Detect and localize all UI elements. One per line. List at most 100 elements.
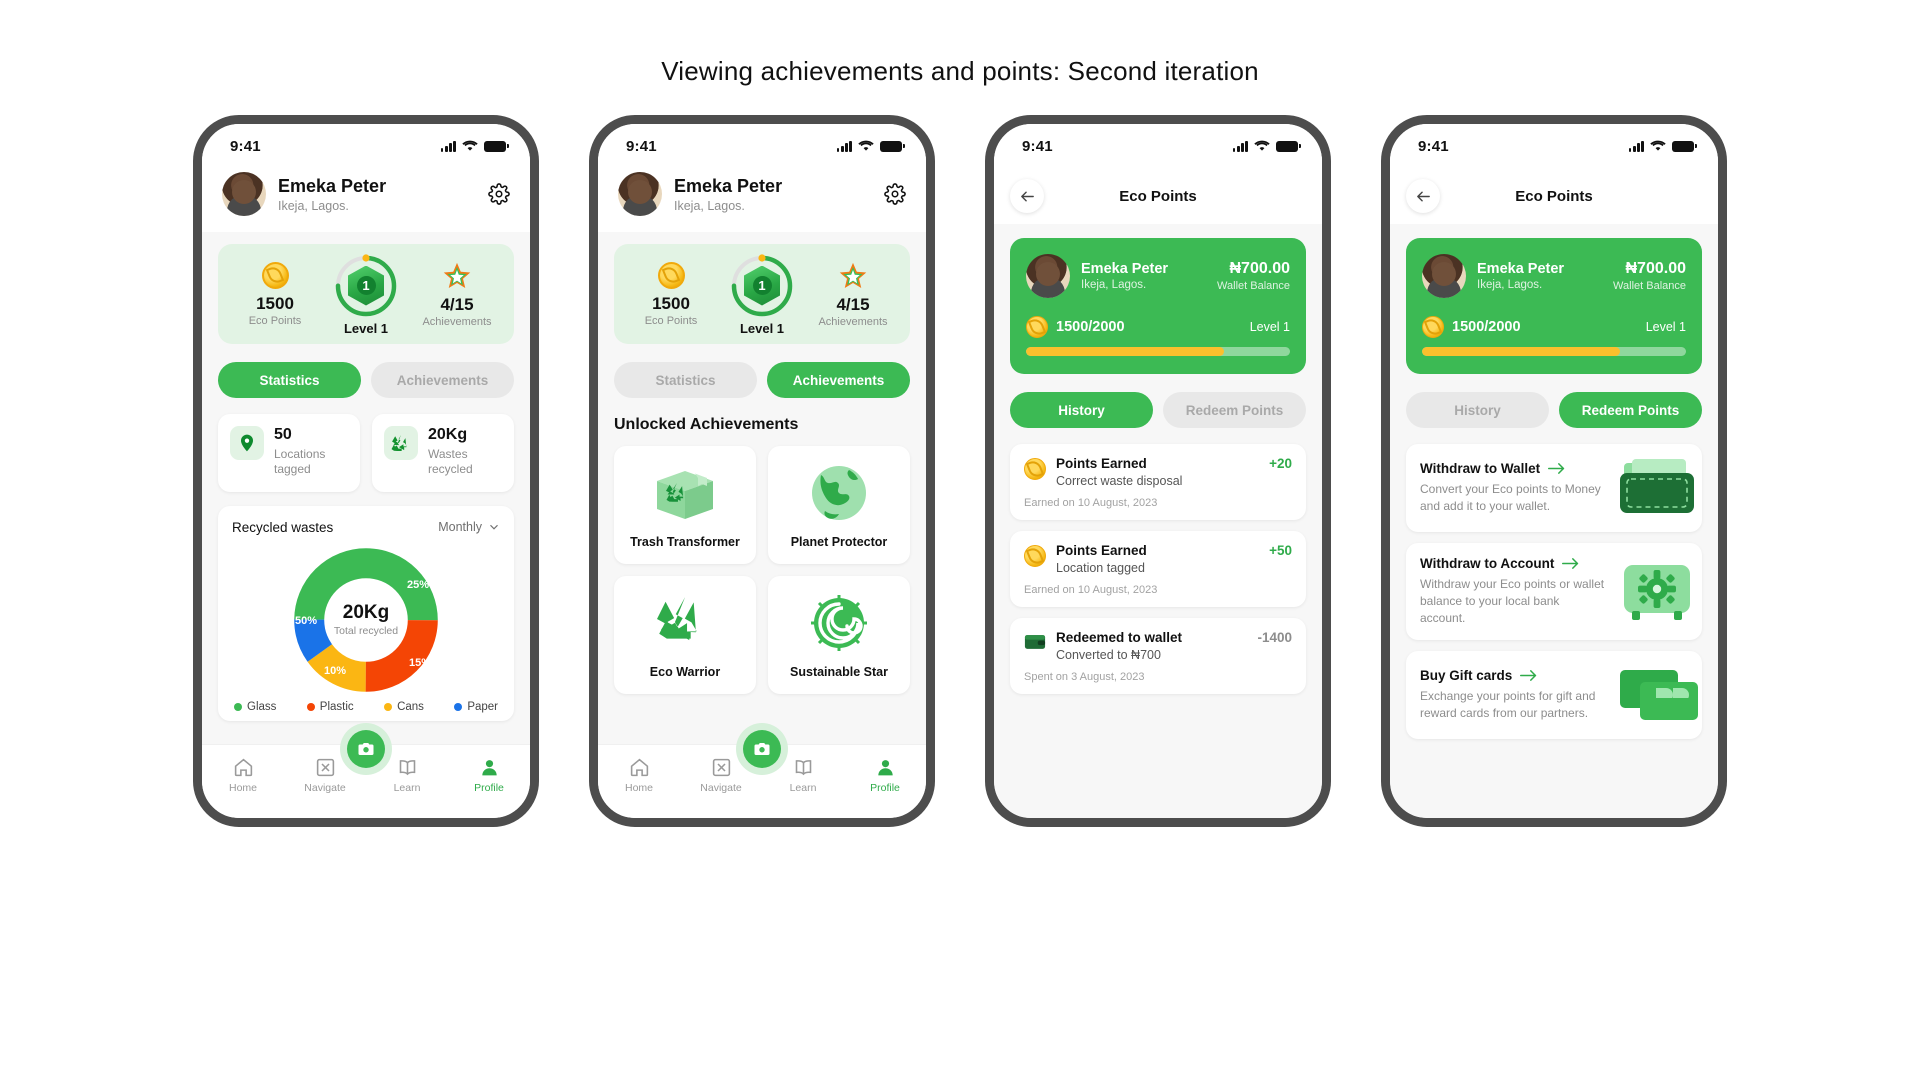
stat-eco-points: 1500 Eco Points: [625, 261, 717, 327]
home-icon: [630, 758, 648, 777]
history-item[interactable]: Points Earned Correct waste disposal +20…: [1010, 444, 1306, 520]
phone-3-eco-points-history: 9:41 Eco Points Emeka Peter Ikeja, Lagos…: [985, 115, 1331, 827]
nav-item-profile[interactable]: Profile: [461, 757, 517, 794]
safe-art: [1616, 561, 1702, 623]
star-icon: [443, 262, 471, 288]
avatar: [1422, 254, 1466, 298]
redeem-option-withdraw-account[interactable]: Withdraw to Account Withdraw your Eco po…: [1406, 543, 1702, 641]
level-progress-ring: 1: [729, 253, 795, 319]
camera-fab-button[interactable]: [340, 723, 392, 775]
profile-location: Ikeja, Lagos.: [674, 199, 745, 214]
recycle-box-art: [649, 461, 721, 527]
history-item-title: Points Earned: [1056, 456, 1147, 471]
stats-strip: 1500 Eco Points 1 Level 1 4/15 Achieveme…: [614, 244, 910, 344]
star-icon: [839, 262, 867, 288]
slice-label-cans: 15%: [408, 656, 431, 669]
achievements-label: Achievements: [422, 315, 492, 328]
book-icon: [795, 760, 811, 776]
history-item-amount: +50: [1269, 543, 1292, 558]
redeem-option-description: Withdraw your Eco points or wallet balan…: [1420, 577, 1605, 626]
history-item-amount: +20: [1269, 456, 1292, 471]
status-bar: 9:41: [994, 124, 1322, 168]
metric-value: 20Kg: [428, 426, 468, 443]
level-progress-ring: 1: [333, 253, 399, 319]
redeem-option-gift-cards[interactable]: Buy Gift cards Exchange your points for …: [1406, 651, 1702, 740]
wifi-icon: [462, 140, 478, 151]
slice-label-glass: 50%: [295, 614, 318, 627]
points-progress-value: 1500/2000: [1056, 319, 1125, 335]
recycled-wastes-chart-card: Recycled wastes Monthly 20Kg Total recyc…: [218, 505, 514, 721]
eco-points-header: Eco Points: [1390, 168, 1718, 224]
tab-achievements[interactable]: Achievements: [371, 362, 514, 398]
slice-label-plastic: 25%: [406, 578, 429, 591]
navigate-icon: [316, 758, 334, 777]
page-title: Viewing achievements and points: Second …: [661, 56, 1259, 86]
nav-item-home[interactable]: Home: [215, 757, 271, 794]
profile-name: Emeka Peter: [278, 175, 387, 196]
redeem-option-title: Withdraw to Wallet: [1420, 460, 1541, 476]
unlocked-achievements-heading: Unlocked Achievements: [614, 416, 799, 433]
book-icon: [399, 760, 415, 776]
tab-redeem-points[interactable]: Redeem Points: [1559, 392, 1702, 428]
bottom-nav: Home Navigate Learn Profile: [202, 723, 530, 818]
nav-item-profile[interactable]: Profile: [857, 757, 913, 794]
history-item[interactable]: Redeemed to wallet Converted to ₦700 -14…: [1010, 618, 1306, 694]
cellular-signal-icon: [836, 140, 852, 152]
coin-icon: [1422, 316, 1444, 338]
profile-tabs: Statistics Achievements: [614, 362, 910, 398]
tab-achievements[interactable]: Achievements: [767, 362, 910, 398]
achievement-card[interactable]: Trash Transformer: [614, 446, 756, 564]
metric-card-wastes: 20Kg Wastes recycled: [372, 414, 514, 492]
level-number: 1: [356, 276, 376, 295]
wifi-icon: [858, 140, 874, 151]
recycle-icon: [384, 426, 418, 460]
tab-statistics[interactable]: Statistics: [218, 362, 361, 398]
history-item-date: Earned on 10 August, 2023: [1024, 497, 1158, 509]
battery-icon: [1672, 140, 1697, 152]
coin-icon: [1024, 545, 1046, 567]
arrow-right-icon: [1548, 462, 1565, 475]
eco-points-header: Eco Points: [994, 168, 1322, 224]
points-progress-bar: [1422, 347, 1686, 356]
wallet-balance-value: ₦700.00: [1229, 260, 1291, 277]
tab-redeem-points[interactable]: Redeem Points: [1163, 392, 1306, 428]
metric-cards: 50 Locations tagged 20Kg Wastes recycled: [218, 414, 514, 492]
history-item-title: Redeemed to wallet: [1056, 630, 1183, 645]
person-icon: [877, 760, 893, 776]
redeem-option-withdraw-wallet[interactable]: Withdraw to Wallet Convert your Eco poin…: [1406, 444, 1702, 532]
profile-tabs: Statistics Achievements: [218, 362, 514, 398]
achievement-card[interactable]: Eco Warrior: [614, 576, 756, 694]
camera-fab-button[interactable]: [736, 723, 788, 775]
balance-card-location: Ikeja, Lagos.: [1081, 279, 1147, 291]
eco-points-tabs: History Redeem Points: [1406, 392, 1702, 428]
legend-item: Glass: [234, 701, 276, 713]
tab-history[interactable]: History: [1010, 392, 1153, 428]
stats-strip: 1500 Eco Points 1 Level 1 4/15 Achieveme…: [218, 244, 514, 344]
coin-icon: [657, 261, 685, 289]
history-item[interactable]: Points Earned Location tagged +50 Earned…: [1010, 531, 1306, 607]
level-label: Level 1: [1249, 320, 1290, 334]
legend-item: Paper: [454, 701, 498, 713]
chart-title: Recycled wastes: [232, 519, 334, 535]
tab-statistics[interactable]: Statistics: [614, 362, 757, 398]
avatar: [618, 172, 662, 216]
home-icon: [234, 758, 252, 777]
achievements-value: 4/15: [440, 294, 474, 314]
gear-icon[interactable]: [884, 183, 906, 205]
back-button[interactable]: [1406, 179, 1440, 213]
chart-period-selector[interactable]: Monthly: [438, 520, 500, 534]
balance-card-location: Ikeja, Lagos.: [1477, 279, 1543, 291]
gear-icon[interactable]: [488, 183, 510, 205]
coin-icon: [1026, 316, 1048, 338]
back-button[interactable]: [1010, 179, 1044, 213]
redeem-option-description: Convert your Eco points to Money and add…: [1420, 481, 1601, 513]
tab-history[interactable]: History: [1406, 392, 1549, 428]
spiral-sun-art: [803, 591, 875, 657]
achievement-card[interactable]: Planet Protector: [768, 446, 910, 564]
history-item-subtitle: Location tagged: [1056, 561, 1145, 575]
achievement-card[interactable]: Sustainable Star: [768, 576, 910, 694]
nav-item-home[interactable]: Home: [611, 757, 667, 794]
level-label: Level 1: [739, 320, 785, 336]
chart-period-value: Monthly: [438, 520, 482, 535]
achievements-grid: Trash Transformer Planet Protector Eco W…: [614, 446, 910, 694]
